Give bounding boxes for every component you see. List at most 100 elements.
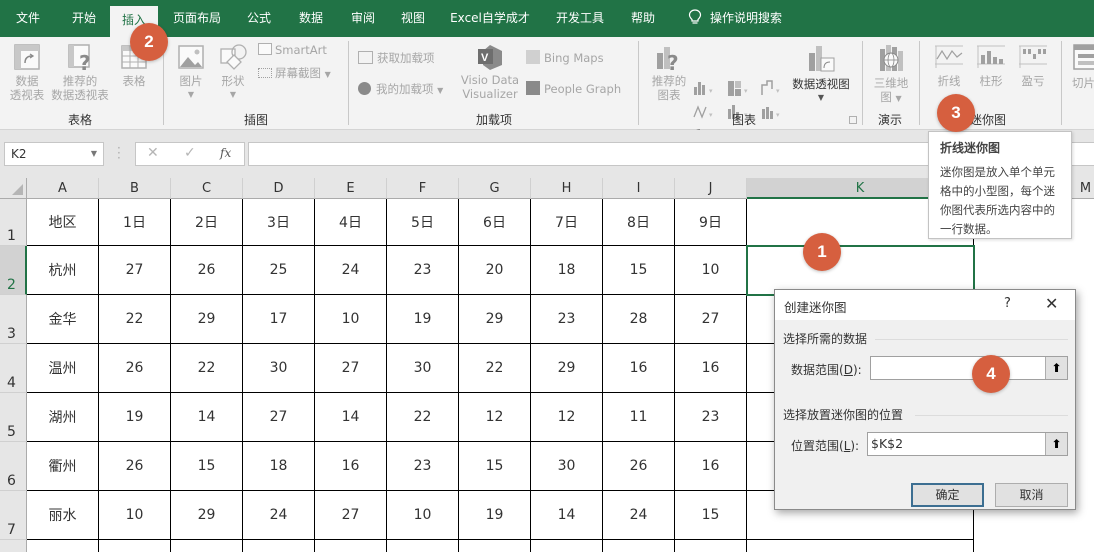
tab-file[interactable]: 文件 [14,0,42,37]
data-cell[interactable]: 10 [387,491,459,540]
cancel-icon[interactable]: ✕ [147,145,159,161]
pivot-table-button[interactable]: 数据 透视表 [6,43,48,107]
tab-excel-zixue[interactable]: Excel自学成才 [450,0,530,37]
smartart-button[interactable]: SmartArt [258,42,327,58]
data-cell[interactable]: 20 [459,246,531,295]
tab-home[interactable]: 开始 [70,0,98,37]
screenshot-button[interactable]: 屏幕截图 ▼ [258,65,331,83]
data-cell[interactable]: 24 [243,491,315,540]
column-header-h[interactable]: H [531,178,603,199]
dialog-launcher-icon[interactable] [849,116,857,124]
data-cell[interactable]: 10 [315,295,387,344]
data-cell[interactable]: 16 [315,442,387,491]
empty-cell[interactable] [747,540,974,552]
empty-cell[interactable] [531,540,603,552]
data-cell[interactable]: 25 [243,246,315,295]
row-header-5[interactable]: 5 [0,393,27,442]
get-addins-button[interactable]: 获取加载项 [358,50,435,66]
column-header-d[interactable]: D [243,178,315,199]
data-cell[interactable]: 29 [531,344,603,393]
sparkline-column-button[interactable]: 柱形 [972,43,1010,93]
dialog-title-bar[interactable]: 创建迷你图 ? ✕ [775,290,1075,320]
ok-button[interactable]: 确定 [911,483,984,507]
range-picker-icon[interactable]: ⬆ [1045,433,1067,455]
tab-page-layout[interactable]: 页面布局 [172,0,222,37]
tell-me-search[interactable]: 操作说明搜索 [683,0,787,37]
cancel-button[interactable]: 取消 [995,483,1068,507]
column-header-c[interactable]: C [171,178,243,199]
column-header-j[interactable]: J [675,178,747,199]
location-range-input[interactable]: $K$2 ⬆ [867,432,1068,456]
data-cell[interactable]: 22 [459,344,531,393]
header-cell[interactable]: 地区 [27,199,99,246]
column-header-b[interactable]: B [99,178,171,199]
data-cell[interactable]: 23 [531,295,603,344]
row-header-8[interactable] [0,540,27,552]
data-cell[interactable]: 27 [315,491,387,540]
empty-cell[interactable] [387,540,459,552]
data-cell[interactable]: 15 [459,442,531,491]
data-cell[interactable]: 温州 [27,344,99,393]
3d-map-button[interactable]: 三维地 图 ▼ [870,43,912,109]
data-cell[interactable]: 19 [387,295,459,344]
data-cell[interactable]: 丽水 [27,491,99,540]
data-range-input[interactable]: ⬆ [870,356,1068,380]
data-cell[interactable]: 18 [243,442,315,491]
data-cell[interactable]: 15 [171,442,243,491]
column-header-g[interactable]: G [459,178,531,199]
shapes-button[interactable]: 形状 ▼ [214,43,252,109]
empty-cell[interactable] [459,540,531,552]
data-cell[interactable]: 10 [99,491,171,540]
tab-view[interactable]: 视图 [400,0,426,37]
header-cell[interactable]: 8日 [603,199,675,246]
recommended-charts-button[interactable]: ? 推荐的 图表 [648,43,690,109]
header-cell[interactable]: 3日 [243,199,315,246]
my-addins-button[interactable]: 我的加载项 ▼ [358,81,443,99]
data-cell[interactable]: 29 [459,295,531,344]
data-cell[interactable]: 湖州 [27,393,99,442]
empty-cell[interactable] [243,540,315,552]
data-cell[interactable]: 23 [675,393,747,442]
header-cell[interactable]: 4日 [315,199,387,246]
header-cell[interactable]: 5日 [387,199,459,246]
data-cell[interactable]: 12 [531,393,603,442]
tab-formulas[interactable]: 公式 [246,0,272,37]
data-cell[interactable]: 19 [459,491,531,540]
data-cell[interactable]: 18 [531,246,603,295]
enter-icon[interactable]: ✓ [184,145,196,161]
data-cell[interactable]: 14 [315,393,387,442]
data-cell[interactable]: 14 [531,491,603,540]
empty-cell[interactable] [675,540,747,552]
data-cell[interactable]: 26 [603,442,675,491]
tab-developer[interactable]: 开发工具 [555,0,605,37]
data-cell[interactable]: 17 [243,295,315,344]
people-graph-button[interactable]: People Graph [526,81,621,97]
help-button[interactable]: ? [1004,296,1011,311]
data-cell[interactable]: 19 [99,393,171,442]
bing-maps-button[interactable]: Bing Maps [526,50,604,66]
column-header-f[interactable]: F [387,178,459,199]
row-header-6[interactable]: 6 [0,442,27,491]
data-cell[interactable]: 28 [603,295,675,344]
data-cell[interactable]: 10 [675,246,747,295]
tab-help[interactable]: 帮助 [630,0,656,37]
data-cell[interactable]: 27 [675,295,747,344]
pivot-chart-button[interactable]: 数据透视图 ▼ [788,43,854,109]
data-cell[interactable]: 27 [243,393,315,442]
data-cell[interactable]: 24 [315,246,387,295]
select-all-button[interactable] [0,178,27,199]
data-cell[interactable]: 23 [387,442,459,491]
data-cell[interactable]: 29 [171,491,243,540]
chevron-down-icon[interactable]: ▼ [91,143,97,165]
tab-review[interactable]: 审阅 [350,0,376,37]
empty-cell[interactable] [315,540,387,552]
close-button[interactable]: ✕ [1045,294,1058,313]
data-cell[interactable]: 11 [603,393,675,442]
tab-data[interactable]: 数据 [298,0,324,37]
empty-cell[interactable] [603,540,675,552]
data-cell[interactable]: 30 [243,344,315,393]
data-cell[interactable]: 22 [99,295,171,344]
data-cell[interactable]: 26 [99,344,171,393]
row-header-2[interactable]: 2 [0,246,27,295]
range-picker-icon[interactable]: ⬆ [1045,357,1067,379]
